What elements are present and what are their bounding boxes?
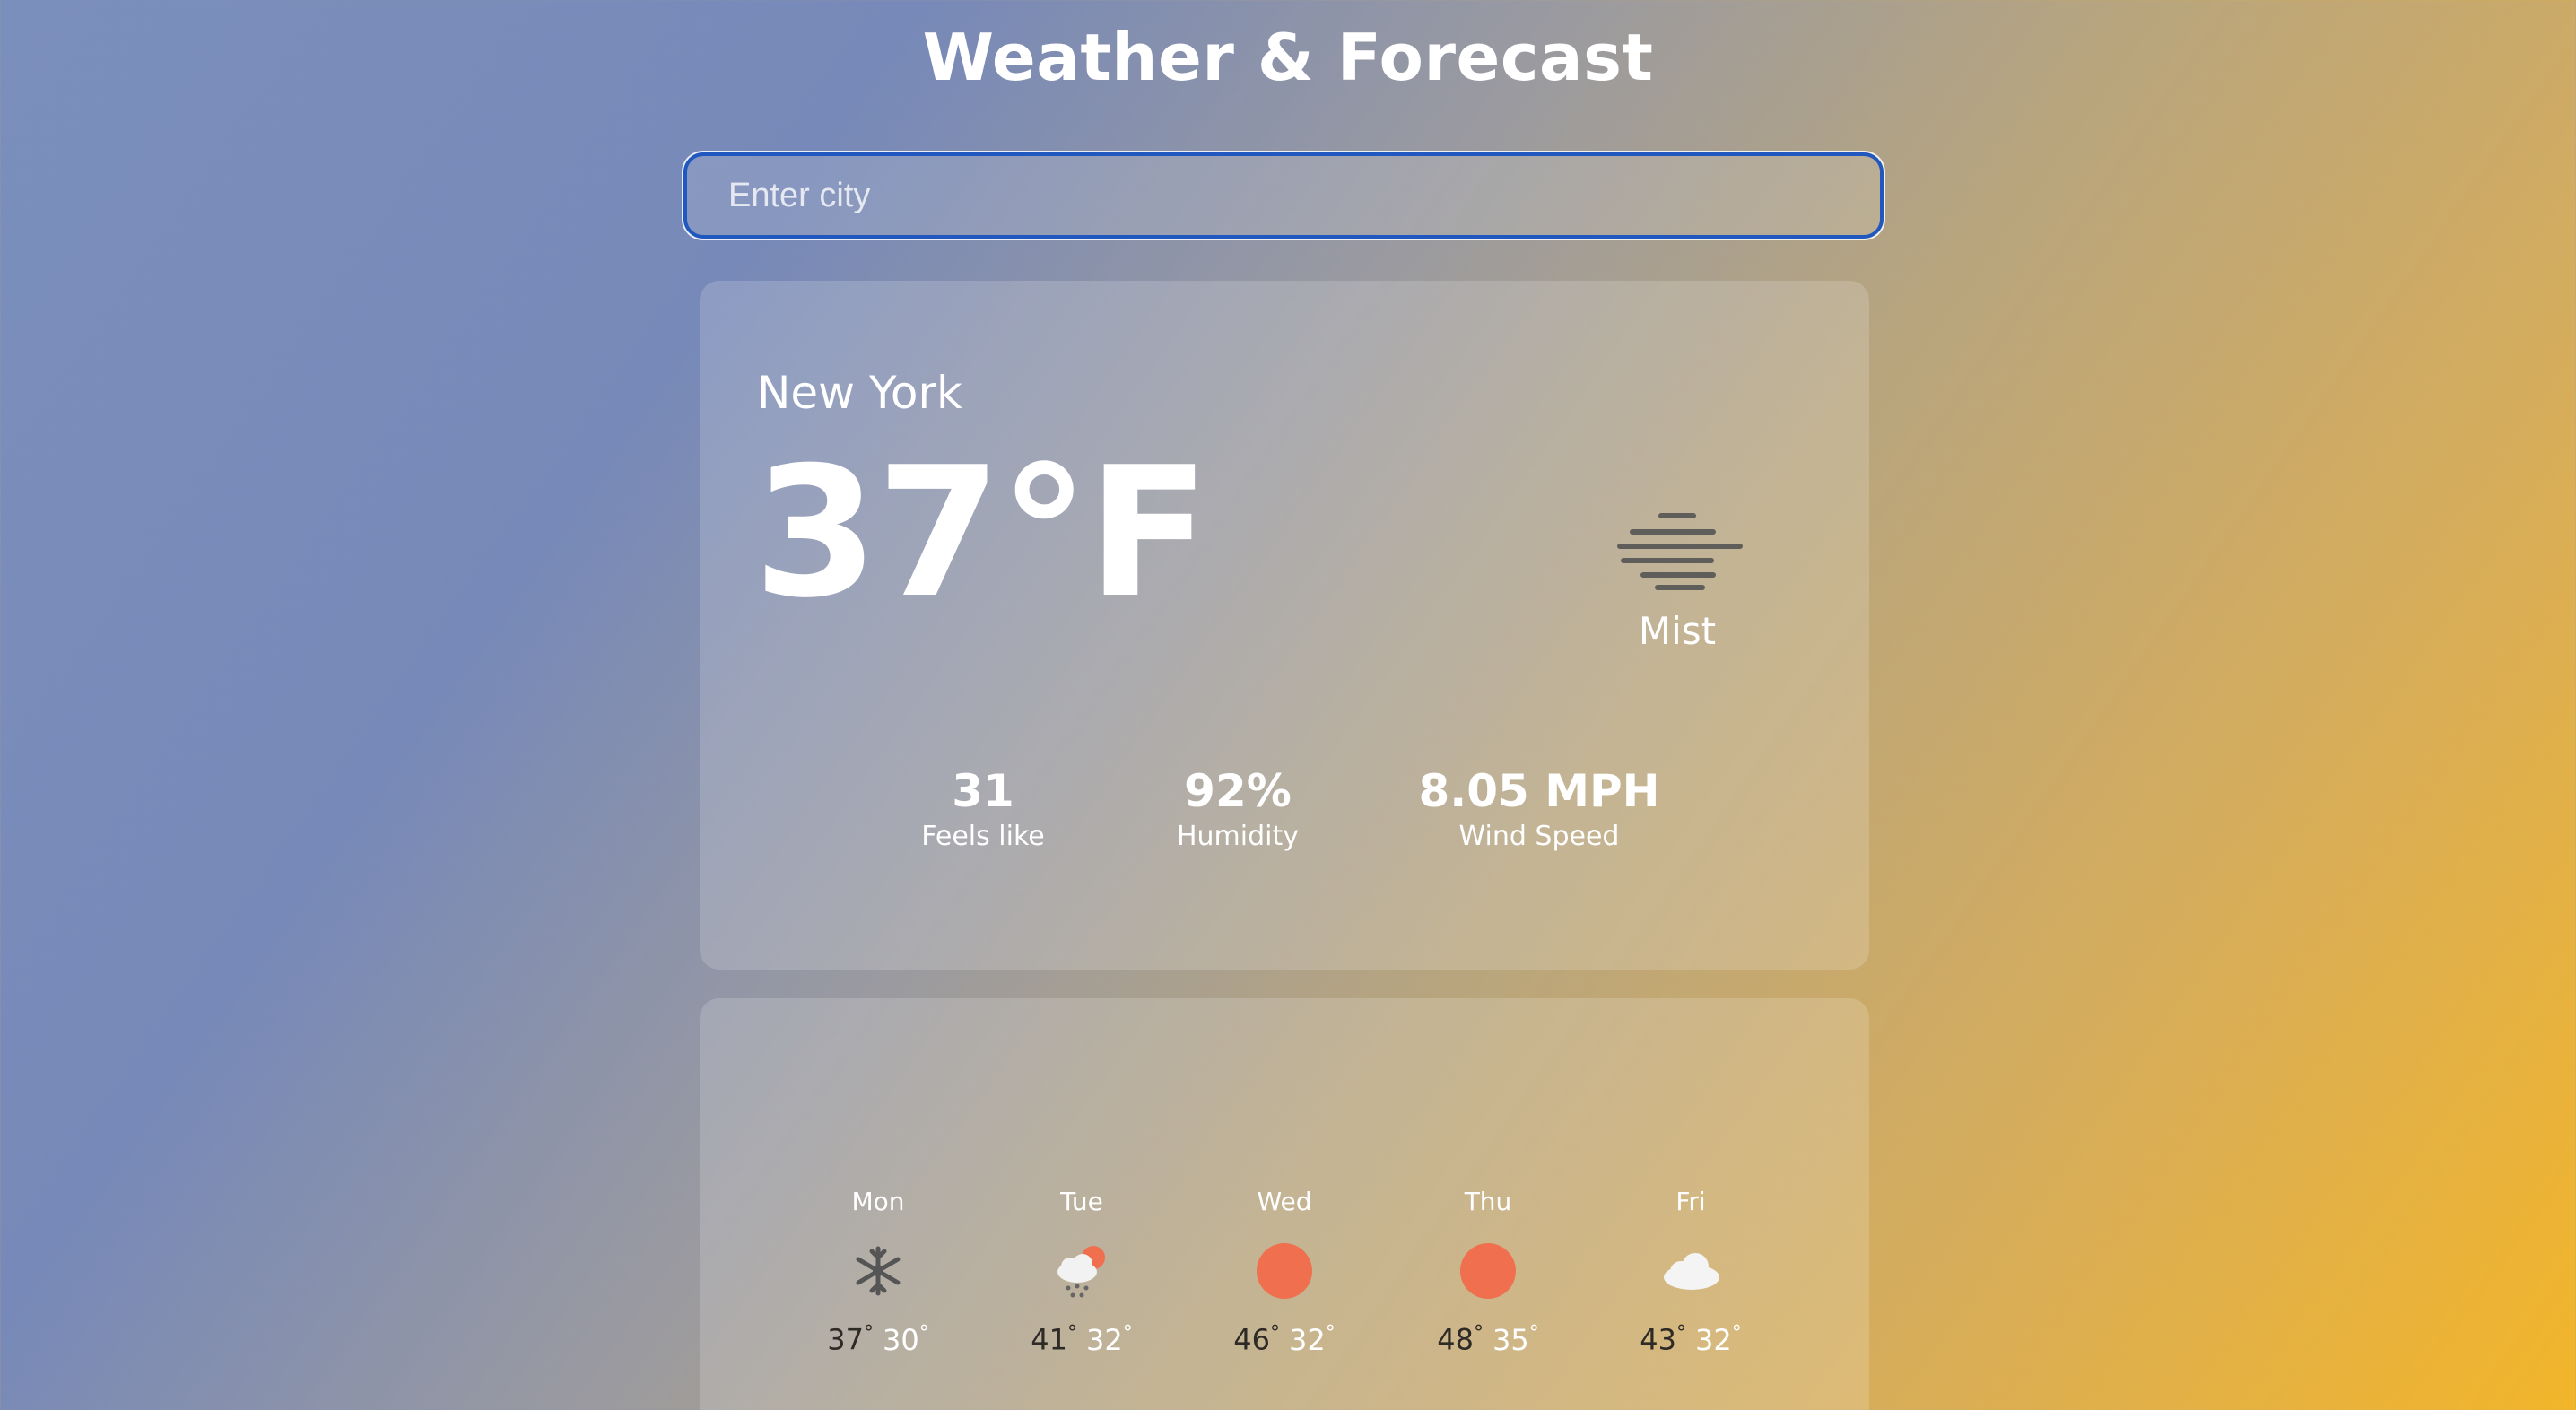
forecast-card: Mon 37° 30° Tue 41° 32° Wed 46° 32° Thu … bbox=[700, 998, 1869, 1410]
day-name: Tue bbox=[1060, 1187, 1103, 1216]
humidity-value: 92% bbox=[1184, 765, 1292, 817]
low-temp: 32 bbox=[1289, 1322, 1326, 1357]
low-temp: 30 bbox=[883, 1322, 919, 1357]
humidity-stat: 92% Humidity bbox=[1177, 765, 1299, 852]
degree-symbol: ° bbox=[1067, 1322, 1077, 1345]
forecast-day: Tue 41° 32° bbox=[1001, 1187, 1162, 1357]
low-temp: 32 bbox=[1086, 1322, 1123, 1357]
search-box[interactable] bbox=[683, 152, 1884, 239]
day-temps: 46° 32° bbox=[1204, 1322, 1365, 1357]
forecast-day: Fri 43° 32° bbox=[1610, 1187, 1771, 1357]
degree-symbol: ° bbox=[1528, 1322, 1539, 1345]
degree-symbol: ° bbox=[1676, 1322, 1686, 1345]
city-search-input[interactable] bbox=[687, 156, 1880, 235]
day-temps: 43° 32° bbox=[1610, 1322, 1771, 1357]
degree-symbol: ° bbox=[1325, 1322, 1336, 1345]
feels-like-value: 31 bbox=[952, 765, 1014, 817]
day-temps: 48° 35° bbox=[1407, 1322, 1569, 1357]
cloud-icon bbox=[1664, 1253, 1719, 1290]
low-temp: 35 bbox=[1493, 1322, 1529, 1357]
wind-speed-label: Wind Speed bbox=[1458, 821, 1620, 852]
degree-symbol: ° bbox=[918, 1322, 929, 1345]
feels-like-stat: 31 Feels like bbox=[921, 765, 1044, 852]
high-temp: 41 bbox=[1031, 1322, 1067, 1357]
forecast-day: Mon 37° 30° bbox=[797, 1187, 959, 1357]
low-temp: 32 bbox=[1695, 1322, 1732, 1357]
high-temp: 46 bbox=[1233, 1322, 1270, 1357]
sun-icon bbox=[1460, 1243, 1516, 1299]
day-temps: 37° 30° bbox=[797, 1322, 959, 1357]
degree-symbol: ° bbox=[1474, 1322, 1484, 1345]
high-temp: 48 bbox=[1437, 1322, 1474, 1357]
page-title: Weather & Forecast bbox=[922, 20, 1654, 95]
day-name: Fri bbox=[1675, 1187, 1706, 1216]
wind-speed-stat: 8.05 MPH Wind Speed bbox=[1418, 765, 1659, 852]
current-weather-card: New York 37°F Mist 31 Feels like 92% Hum… bbox=[700, 281, 1869, 970]
city-name: New York bbox=[757, 367, 962, 419]
degree-symbol: ° bbox=[864, 1322, 874, 1345]
snowflake-icon bbox=[856, 1246, 901, 1296]
high-temp: 37 bbox=[827, 1322, 864, 1357]
high-temp: 43 bbox=[1640, 1322, 1676, 1357]
day-name: Wed bbox=[1257, 1187, 1312, 1216]
day-temps: 41° 32° bbox=[1001, 1322, 1162, 1357]
mist-icon bbox=[1617, 513, 1743, 590]
day-name: Mon bbox=[851, 1187, 905, 1216]
sun-icon bbox=[1257, 1243, 1312, 1299]
feels-like-label: Feels like bbox=[921, 821, 1045, 852]
forecast-day: Thu 48° 35° bbox=[1407, 1187, 1569, 1357]
degree-symbol: ° bbox=[1731, 1322, 1742, 1345]
humidity-label: Humidity bbox=[1176, 821, 1300, 852]
wind-speed-value: 8.05 MPH bbox=[1418, 765, 1660, 817]
rain-sun-icon bbox=[1057, 1246, 1105, 1298]
current-condition: Mist bbox=[1597, 496, 1758, 653]
condition-label: Mist bbox=[1638, 609, 1717, 653]
forecast-day: Wed 46° 32° bbox=[1204, 1187, 1365, 1357]
degree-symbol: ° bbox=[1270, 1322, 1280, 1345]
weather-stats: 31 Feels like 92% Humidity 8.05 MPH Wind… bbox=[700, 765, 1869, 873]
day-name: Thu bbox=[1464, 1187, 1512, 1216]
degree-symbol: ° bbox=[1122, 1322, 1133, 1345]
forecast-row: Mon 37° 30° Tue 41° 32° Wed 46° 32° Thu … bbox=[700, 1187, 1869, 1402]
current-temperature: 37°F bbox=[753, 429, 1210, 638]
